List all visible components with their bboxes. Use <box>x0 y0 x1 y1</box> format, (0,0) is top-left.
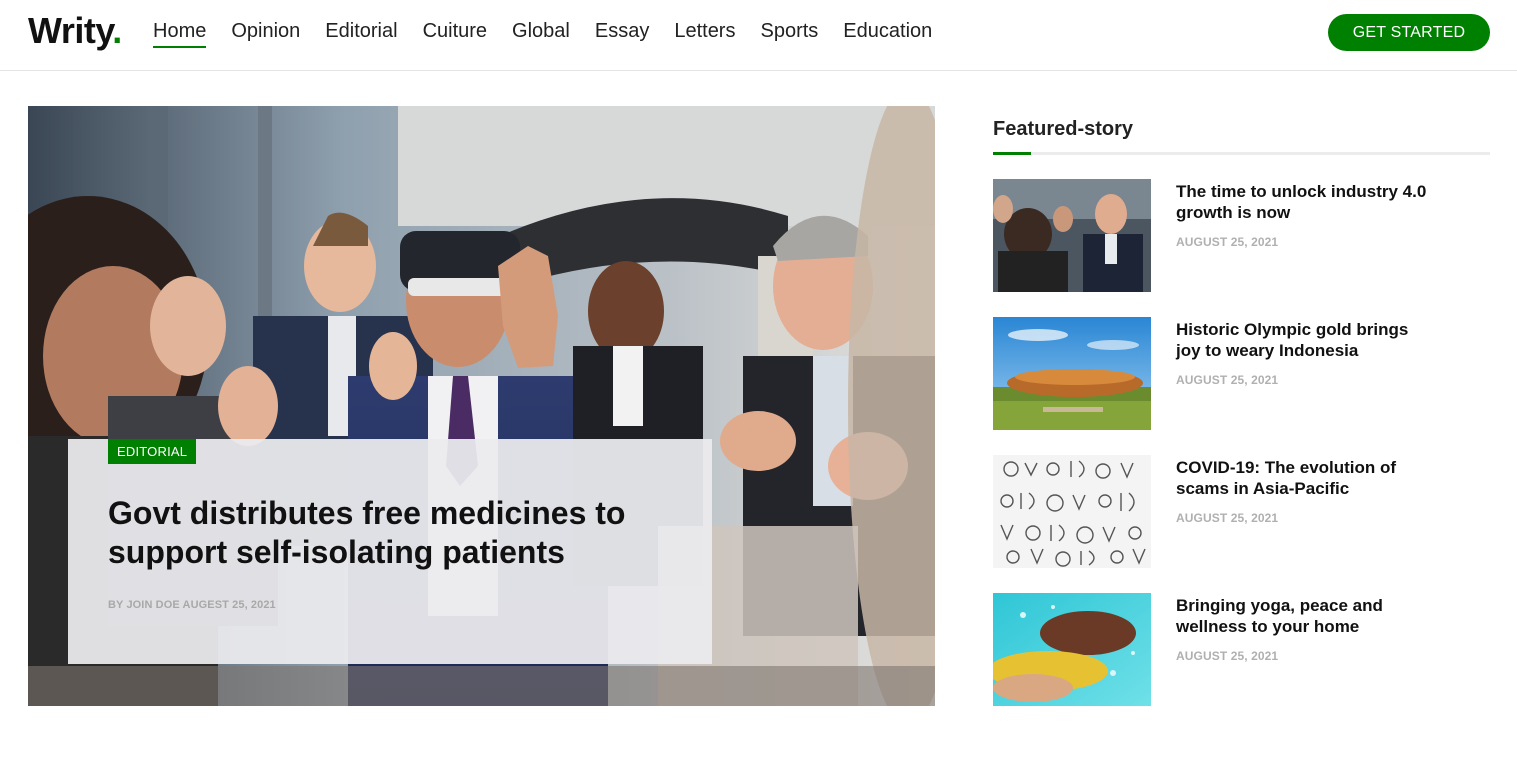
story-date: AUGUST 25, 2021 <box>1176 235 1279 249</box>
nav-education[interactable]: Education <box>843 18 932 44</box>
story-thumbnail[interactable] <box>993 179 1151 292</box>
hero-article[interactable]: EDITORIAL Govt distributes free medicine… <box>28 106 935 706</box>
story-date: AUGUST 25, 2021 <box>1176 649 1279 663</box>
nav-global[interactable]: Global <box>512 18 570 44</box>
story-title[interactable]: COVID-19: The evolution of scams in Asia… <box>1176 457 1436 499</box>
nav-culture[interactable]: Cuiture <box>423 18 487 44</box>
nav-home[interactable]: Home <box>153 18 207 48</box>
site-logo[interactable]: Writy. <box>28 10 122 52</box>
story-thumbnail[interactable] <box>993 455 1151 568</box>
story-title[interactable]: Bringing yoga, peace and wellness to you… <box>1176 595 1436 637</box>
category-tag[interactable]: EDITORIAL <box>108 439 197 464</box>
featured-heading: Featured-story <box>993 118 1134 140</box>
featured-stories: Featured-story The time to unlock indust… <box>993 106 1490 706</box>
story-thumbnail[interactable] <box>993 317 1151 430</box>
nav-opinion[interactable]: Opinion <box>231 18 300 44</box>
nav-essay[interactable]: Essay <box>595 18 649 44</box>
hero-byline: BY JOIN DOE AUGEST 25, 2021 <box>108 599 276 611</box>
site-header: Writy. Home Opinion Editorial Cuiture Gl… <box>0 0 1517 71</box>
story-item[interactable]: Bringing yoga, peace and wellness to you… <box>993 593 1490 706</box>
hero-headline[interactable]: Govt distributes free medicines to suppo… <box>108 494 668 572</box>
story-item[interactable]: The time to unlock industry 4.0 growth i… <box>993 179 1490 292</box>
main-nav: Home Opinion Editorial Cuiture Global Es… <box>153 18 957 48</box>
nav-letters[interactable]: Letters <box>674 18 735 44</box>
story-thumbnail[interactable] <box>993 593 1151 706</box>
story-date: AUGUST 25, 2021 <box>1176 511 1279 525</box>
featured-divider <box>993 152 1490 155</box>
story-item[interactable]: Historic Olympic gold brings joy to wear… <box>993 317 1490 430</box>
story-item[interactable]: COVID-19: The evolution of scams in Asia… <box>993 455 1490 568</box>
story-title[interactable]: Historic Olympic gold brings joy to wear… <box>1176 319 1436 361</box>
story-title[interactable]: The time to unlock industry 4.0 growth i… <box>1176 181 1436 223</box>
nav-editorial[interactable]: Editorial <box>325 18 397 44</box>
hero-caption-card: EDITORIAL Govt distributes free medicine… <box>68 439 712 664</box>
nav-sports[interactable]: Sports <box>760 18 818 44</box>
story-date: AUGUST 25, 2021 <box>1176 373 1279 387</box>
get-started-button[interactable]: GET STARTED <box>1328 14 1490 51</box>
